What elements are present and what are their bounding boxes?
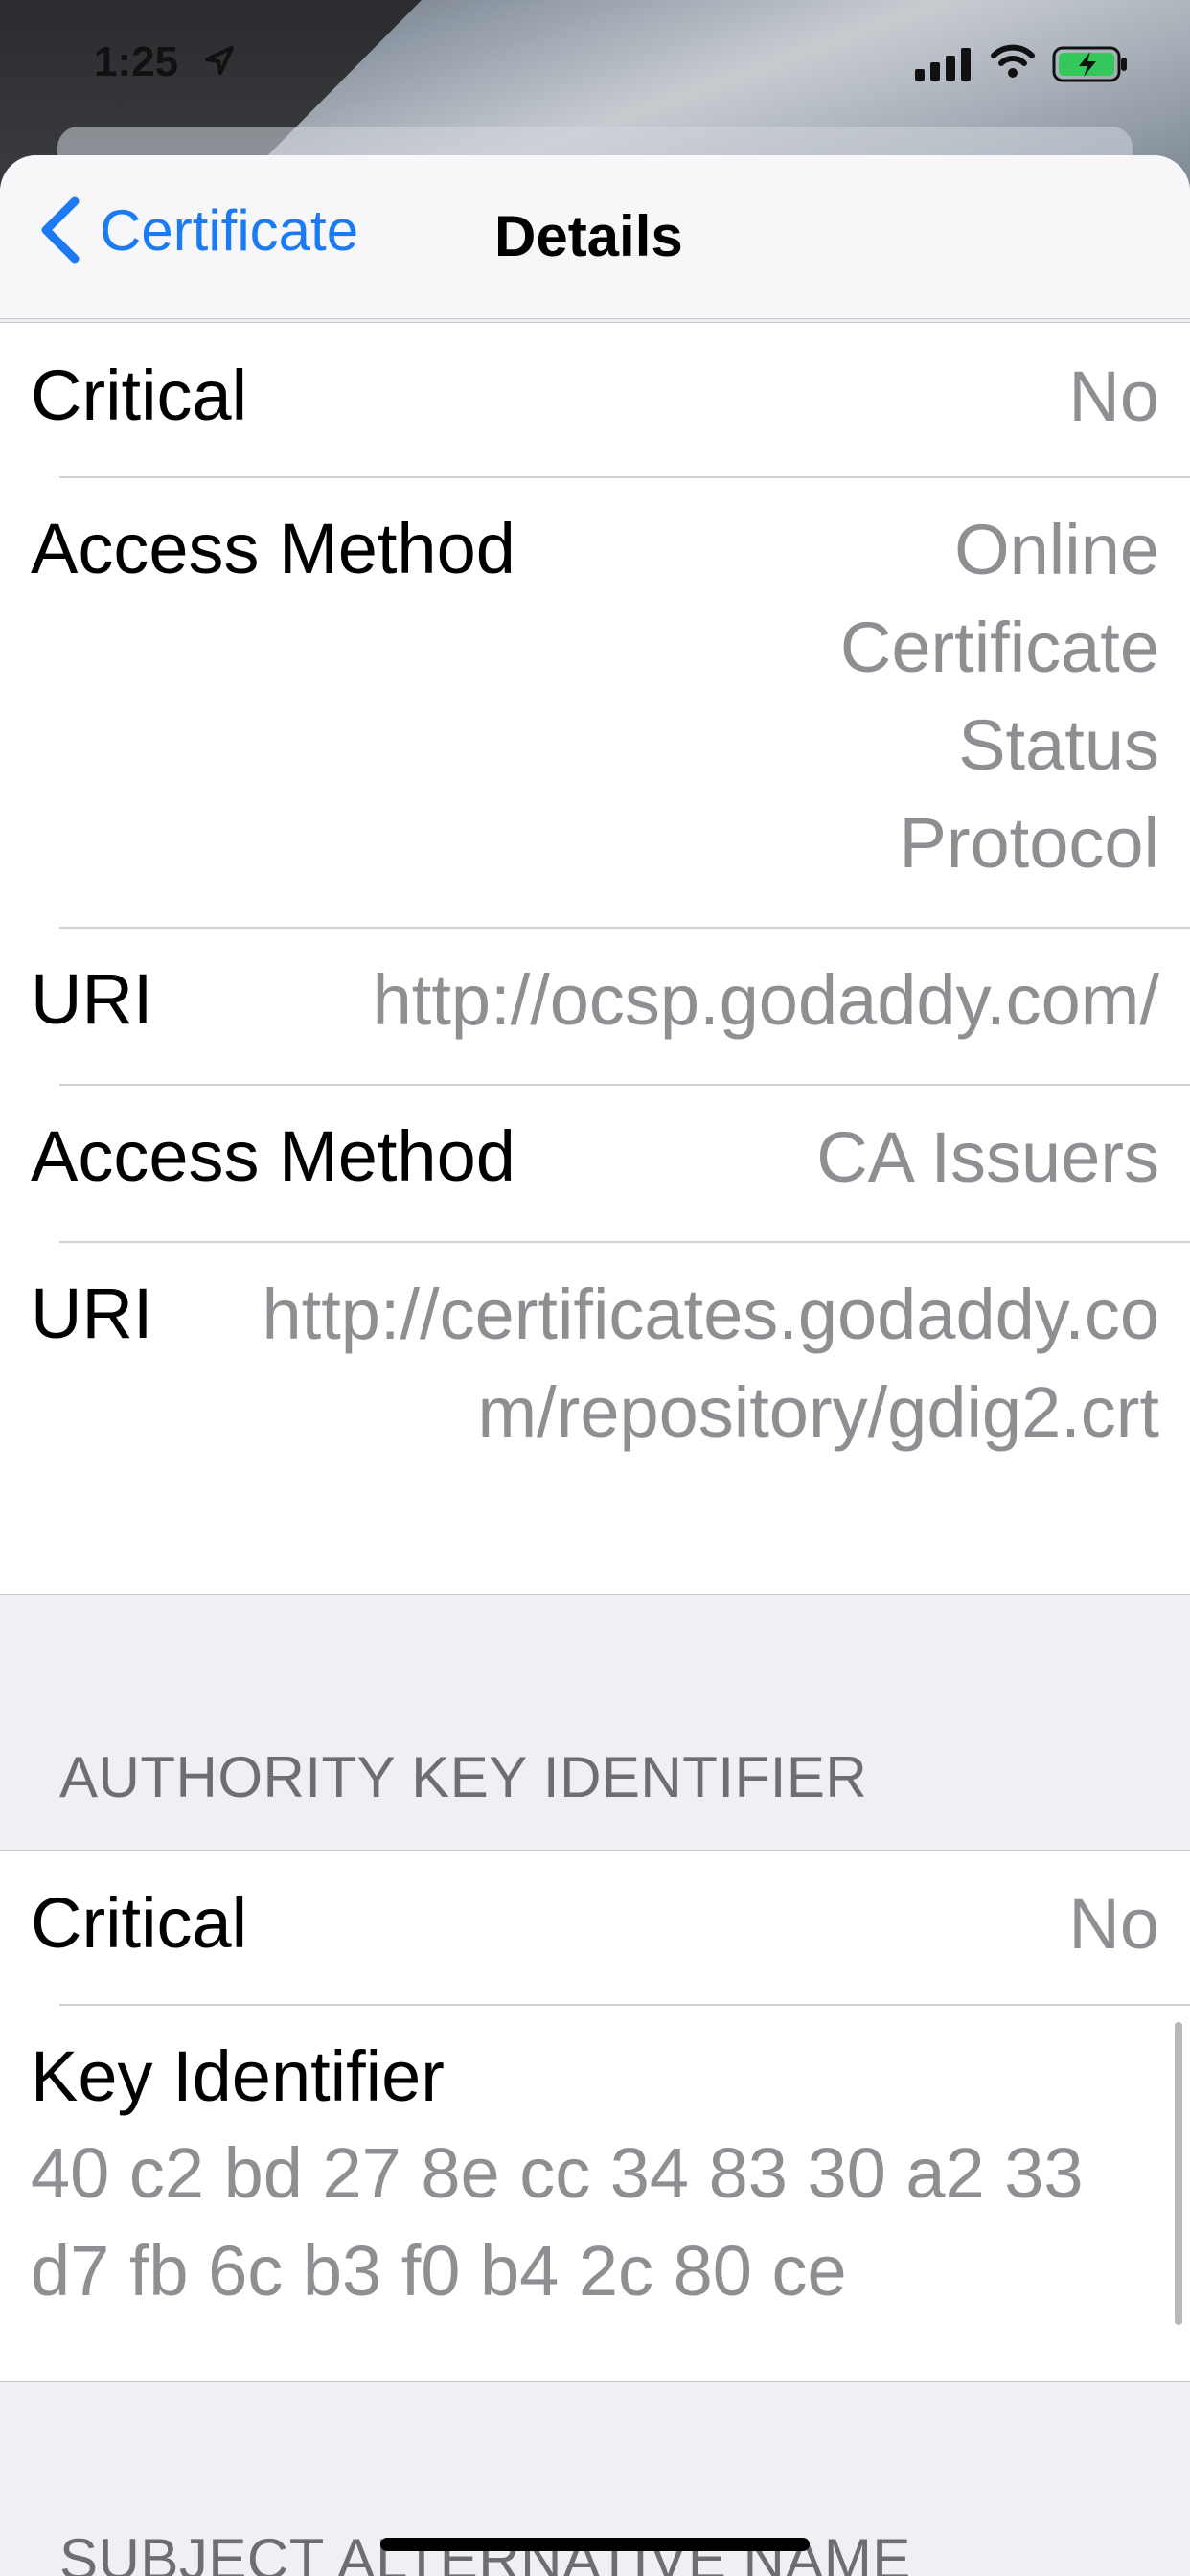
row-label: URI	[31, 959, 153, 1039]
wifi-icon	[991, 44, 1035, 78]
details-sheet[interactable]: Certificate Details Critical No Access M…	[0, 155, 1190, 2576]
row-value: 40 c2 bd 27 8e cc 34 83 30 a2 33 d7 fb 6…	[31, 2133, 1084, 2311]
row-value: Online Certificate Status Protocol	[839, 510, 1159, 883]
status-bar: 1:25	[0, 0, 1190, 126]
authority-key-identifier-group: Critical No Key Identifier 40 c2 bd 27 8…	[0, 1850, 1190, 2382]
row-label: Access Method	[31, 509, 515, 588]
row-value: http://ocsp.godaddy.com/	[372, 960, 1159, 1040]
row-value: http://certificates.godaddy.com/reposito…	[262, 1275, 1160, 1452]
battery-charging-icon	[1052, 46, 1127, 82]
row-label: Critical	[31, 356, 248, 435]
page-title: Details	[494, 204, 683, 268]
back-button-label: Certificate	[100, 197, 359, 263]
row-label: Access Method	[31, 1116, 515, 1196]
list-row-critical: Critical No	[0, 323, 1190, 476]
row-value: No	[1068, 1884, 1159, 1964]
list-row-access-method: Access Method Online Certificate Status …	[0, 476, 1190, 927]
list-row-key-identifier: Key Identifier 40 c2 bd 27 8e cc 34 83 3…	[0, 2004, 1190, 2381]
authority-info-access-group: Critical No Access Method Online Certifi…	[0, 322, 1190, 1595]
list-row-critical: Critical No	[0, 1851, 1190, 2004]
list-row-uri: URI http://ocsp.godaddy.com/	[0, 927, 1190, 1084]
section-header-subject-alt-name: SUBJECT ALTERNATIVE NAME	[59, 2527, 911, 2576]
row-value: No	[1068, 356, 1159, 436]
back-button[interactable]: Certificate	[36, 196, 358, 264]
row-value: CA Issuers	[816, 1117, 1159, 1197]
location-arrow-icon	[205, 46, 234, 75]
chevron-left-icon	[41, 196, 80, 264]
list-row-access-method: Access Method CA Issuers	[0, 1084, 1190, 1241]
row-label: Key Identifier	[31, 2036, 445, 2116]
section-header-authority-key: AUTHORITY KEY IDENTIFIER	[59, 1745, 868, 1809]
status-time: 1:25	[94, 38, 179, 85]
list-row-uri: URI http://certificates.godaddy.com/repo…	[0, 1241, 1190, 1594]
row-label: URI	[31, 1274, 153, 1353]
home-indicator[interactable]	[380, 2538, 810, 2551]
cellular-signal-icon	[915, 48, 971, 80]
scrollbar[interactable]	[1175, 2022, 1182, 2325]
row-label: Critical	[31, 1883, 248, 1963]
navigation-bar: Certificate Details	[0, 155, 1190, 319]
